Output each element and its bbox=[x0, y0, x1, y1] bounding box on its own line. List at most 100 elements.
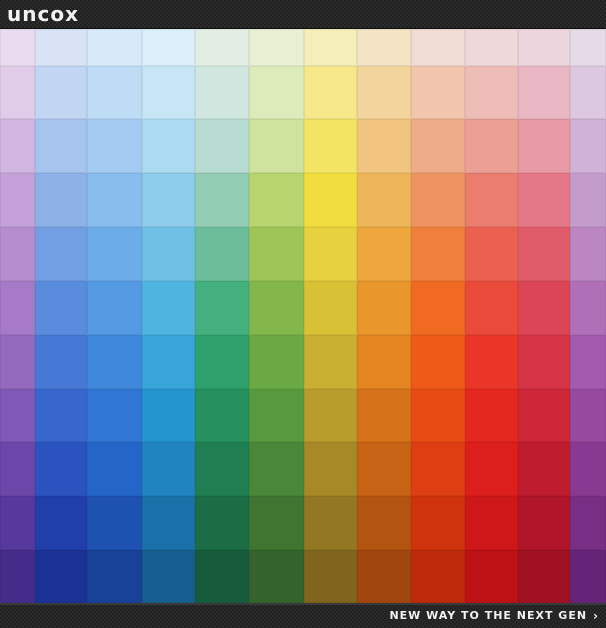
color-swatch bbox=[465, 119, 518, 173]
color-swatch bbox=[570, 119, 606, 173]
color-swatch bbox=[570, 227, 606, 281]
color-swatch bbox=[0, 66, 35, 119]
color-swatch bbox=[411, 173, 465, 227]
color-swatch bbox=[411, 550, 465, 603]
color-swatch bbox=[35, 173, 87, 227]
color-swatch bbox=[142, 335, 195, 389]
color-swatch bbox=[87, 550, 142, 603]
color-swatch bbox=[87, 281, 142, 335]
color-swatch bbox=[249, 66, 304, 119]
color-swatch bbox=[249, 335, 304, 389]
color-swatch bbox=[195, 281, 249, 335]
color-swatch bbox=[0, 173, 35, 227]
color-swatch bbox=[357, 442, 411, 496]
color-swatch bbox=[35, 66, 87, 119]
color-swatch bbox=[0, 389, 35, 442]
color-swatch bbox=[357, 335, 411, 389]
color-swatch bbox=[35, 496, 87, 550]
color-swatch bbox=[35, 227, 87, 281]
color-swatch bbox=[35, 281, 87, 335]
color-swatch bbox=[195, 173, 249, 227]
color-swatch bbox=[411, 119, 465, 173]
color-swatch bbox=[570, 442, 606, 496]
color-swatch bbox=[87, 442, 142, 496]
color-swatch bbox=[465, 66, 518, 119]
color-swatch bbox=[518, 496, 570, 550]
color-swatch bbox=[465, 550, 518, 603]
header-bar: uncox bbox=[0, 0, 606, 29]
color-swatch bbox=[87, 66, 142, 119]
color-swatch bbox=[357, 173, 411, 227]
color-swatch bbox=[35, 442, 87, 496]
color-swatch bbox=[87, 227, 142, 281]
color-swatch bbox=[0, 442, 35, 496]
color-swatch bbox=[249, 389, 304, 442]
color-swatch bbox=[195, 442, 249, 496]
color-swatch bbox=[465, 173, 518, 227]
color-swatch bbox=[411, 389, 465, 442]
color-swatch bbox=[570, 173, 606, 227]
color-swatch bbox=[304, 496, 357, 550]
color-swatch bbox=[357, 66, 411, 119]
logo[interactable]: uncox bbox=[7, 2, 79, 26]
color-swatch bbox=[142, 227, 195, 281]
color-swatch bbox=[35, 389, 87, 442]
color-swatch bbox=[304, 119, 357, 173]
color-swatch bbox=[518, 119, 570, 173]
color-swatch bbox=[518, 29, 570, 66]
color-swatch bbox=[87, 173, 142, 227]
color-swatch bbox=[570, 389, 606, 442]
color-swatch bbox=[195, 335, 249, 389]
color-swatch bbox=[195, 496, 249, 550]
color-swatch bbox=[465, 227, 518, 281]
color-swatch bbox=[304, 29, 357, 66]
color-swatch bbox=[249, 29, 304, 66]
color-swatch bbox=[304, 550, 357, 603]
color-swatch bbox=[249, 496, 304, 550]
color-swatch bbox=[142, 496, 195, 550]
color-swatch bbox=[518, 227, 570, 281]
color-swatch bbox=[411, 227, 465, 281]
color-swatch bbox=[570, 281, 606, 335]
color-swatch bbox=[411, 335, 465, 389]
color-swatch bbox=[0, 227, 35, 281]
color-swatch bbox=[142, 442, 195, 496]
color-swatch bbox=[465, 389, 518, 442]
color-swatch bbox=[195, 550, 249, 603]
color-swatch bbox=[465, 281, 518, 335]
color-swatch bbox=[142, 66, 195, 119]
chevron-right-icon: › bbox=[593, 609, 598, 623]
color-swatch bbox=[142, 119, 195, 173]
color-swatch bbox=[195, 119, 249, 173]
color-swatch bbox=[87, 389, 142, 442]
color-swatch bbox=[35, 29, 87, 66]
color-swatch bbox=[357, 227, 411, 281]
tagline-text: NEW WAY TO THE NEXT GEN bbox=[389, 609, 588, 622]
color-swatch bbox=[304, 335, 357, 389]
color-swatch bbox=[249, 550, 304, 603]
color-swatch bbox=[518, 442, 570, 496]
color-swatch bbox=[411, 29, 465, 66]
color-swatch bbox=[357, 389, 411, 442]
color-swatch bbox=[465, 29, 518, 66]
color-swatch bbox=[249, 442, 304, 496]
footer-bar: NEW WAY TO THE NEXT GEN › bbox=[0, 603, 606, 628]
color-swatch bbox=[357, 550, 411, 603]
next-gen-link[interactable]: NEW WAY TO THE NEXT GEN › bbox=[389, 609, 598, 623]
color-swatch bbox=[518, 173, 570, 227]
color-swatch bbox=[142, 550, 195, 603]
color-swatch bbox=[411, 281, 465, 335]
color-swatch bbox=[570, 66, 606, 119]
color-swatch bbox=[357, 29, 411, 66]
color-swatch bbox=[249, 173, 304, 227]
color-swatch bbox=[411, 66, 465, 119]
color-swatch bbox=[0, 335, 35, 389]
color-swatch bbox=[35, 119, 87, 173]
color-swatch bbox=[0, 29, 35, 66]
color-swatch bbox=[87, 119, 142, 173]
color-swatch bbox=[304, 227, 357, 281]
color-swatch bbox=[304, 442, 357, 496]
color-swatch bbox=[195, 389, 249, 442]
color-swatch bbox=[142, 29, 195, 66]
color-swatch bbox=[518, 66, 570, 119]
